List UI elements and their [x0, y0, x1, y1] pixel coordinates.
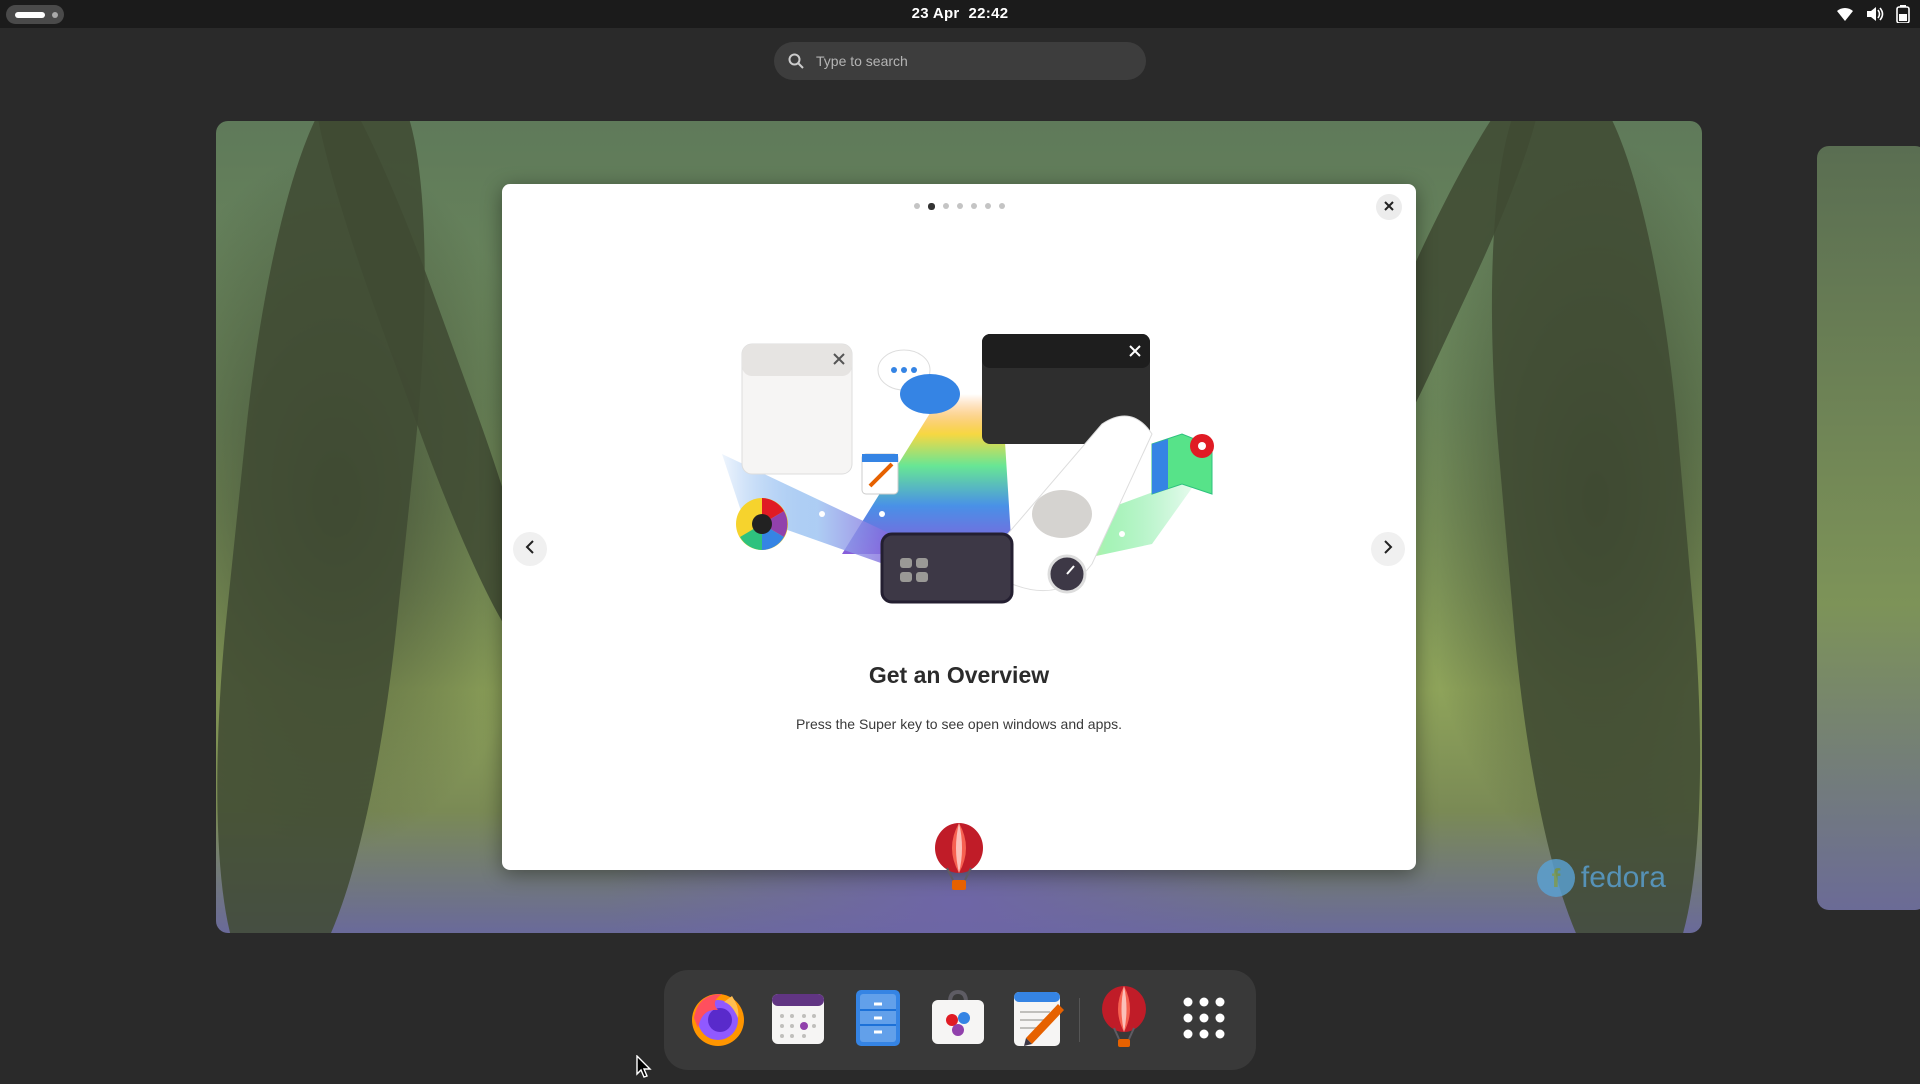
volume-icon — [1866, 6, 1884, 22]
overview-illustration — [682, 334, 1242, 634]
battery-icon — [1896, 5, 1910, 23]
firefox-icon — [688, 988, 748, 1053]
search-input[interactable] — [816, 42, 1126, 80]
clock[interactable]: 23 Apr 22:42 — [0, 5, 1920, 22]
wallpaper-tree — [216, 121, 453, 933]
fedora-icon: f — [1536, 859, 1575, 897]
dock-text-editor[interactable] — [1002, 984, 1074, 1056]
fedora-logo: f fedora — [1536, 859, 1666, 897]
text-editor-icon — [1010, 988, 1066, 1053]
dock-show-apps[interactable] — [1168, 984, 1240, 1056]
calendar-icon — [770, 990, 826, 1051]
top-bar: 23 Apr 22:42 — [0, 0, 1920, 28]
clock-time: 22:42 — [968, 5, 1009, 22]
dock-tour[interactable] — [1088, 984, 1160, 1056]
next-workspace-thumbnail[interactable] — [1817, 146, 1920, 910]
page-title: Get an Overview — [868, 662, 1050, 688]
page-dot[interactable] — [942, 203, 949, 209]
fedora-watermark: fedora — [1580, 861, 1666, 894]
page-dot[interactable] — [998, 203, 1005, 209]
dock-firefox[interactable] — [682, 984, 754, 1056]
page-description: Press the Super key to see open windows … — [795, 716, 1123, 732]
page-indicator — [502, 202, 1416, 210]
wallpaper-tree — [1467, 121, 1702, 933]
tour-window: Get an Overview Press the Super key to s… — [502, 184, 1416, 870]
dock-calendar[interactable] — [762, 984, 834, 1056]
search-bar[interactable] — [774, 42, 1146, 80]
next-page-button[interactable] — [1371, 532, 1405, 566]
chevron-right-icon — [1383, 539, 1393, 559]
page-dot[interactable] — [913, 203, 920, 209]
dock-separator — [1079, 998, 1080, 1042]
close-button[interactable] — [1376, 194, 1402, 220]
files-icon — [854, 988, 902, 1053]
clock-date: 23 Apr — [911, 5, 960, 22]
dock-files[interactable] — [842, 984, 914, 1056]
chevron-left-icon — [525, 539, 535, 559]
balloon-icon — [1100, 985, 1148, 1056]
close-icon — [1384, 198, 1394, 216]
page-dot[interactable] — [970, 203, 977, 209]
system-tray[interactable] — [1836, 5, 1910, 23]
page-dot-active[interactable] — [927, 202, 935, 210]
page-dot[interactable] — [984, 203, 991, 209]
tour-window-app-icon — [931, 822, 987, 899]
previous-page-button[interactable] — [513, 532, 547, 566]
dash — [664, 970, 1256, 1070]
wifi-icon — [1836, 6, 1854, 22]
dock-software[interactable] — [922, 984, 994, 1056]
page-dot[interactable] — [956, 203, 963, 209]
software-icon — [928, 988, 988, 1053]
app-grid-icon — [1182, 996, 1226, 1045]
